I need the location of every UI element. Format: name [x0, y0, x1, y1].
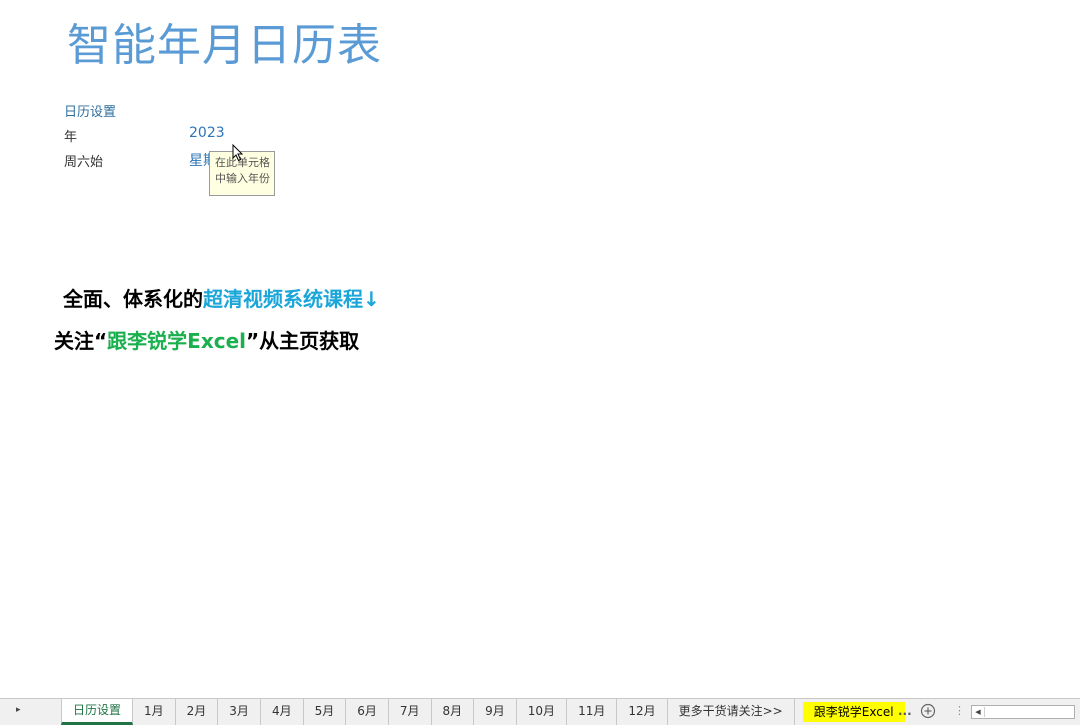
tab-december[interactable]: 12月 — [617, 699, 668, 725]
tab-more-content[interactable]: 更多干货请关注>> — [668, 699, 795, 725]
promo-course-link: 超清视频系统课程↓ — [203, 287, 380, 311]
promo-line-2-suffix: ”从主页获取 — [246, 329, 360, 353]
worksheet-area[interactable]: 智能年月日历表 日历设置 年 2023 周六始 星期 在此单元格 中输入年份 全… — [0, 0, 1080, 698]
tab-channel[interactable]: 跟李锐学Excel — [802, 702, 905, 722]
tab-january[interactable]: 1月 — [133, 699, 176, 725]
horizontal-scrollbar[interactable]: ◀ — [971, 705, 1075, 719]
promo-channel-name: 跟李锐学Excel — [107, 329, 246, 353]
promo-line-2: 关注“跟李锐学Excel”从主页获取 — [54, 325, 359, 354]
year-input-cell[interactable]: 2023 — [189, 125, 225, 141]
promo-line-2-prefix: 关注“ — [54, 329, 108, 353]
mouse-cursor-icon — [232, 144, 244, 162]
tab-september[interactable]: 9月 — [474, 699, 517, 725]
settings-heading: 日历设置 — [64, 105, 117, 120]
scrollbar-thumb[interactable] — [984, 707, 1073, 717]
tab-march[interactable]: 3月 — [218, 699, 261, 725]
tab-november[interactable]: 11月 — [567, 699, 618, 725]
promo-line-1: 全面、体系化的超清视频系统课程↓ — [63, 283, 380, 312]
tab-may[interactable]: 5月 — [304, 699, 347, 725]
tab-august[interactable]: 8月 — [432, 699, 475, 725]
tab-split-handle-icon[interactable]: ⋮ — [954, 704, 965, 717]
promo-line-1-prefix: 全面、体系化的 — [63, 287, 203, 311]
scroll-left-icon[interactable]: ◀ — [973, 707, 983, 717]
tab-october[interactable]: 10月 — [517, 699, 568, 725]
tab-scroll-right-icon[interactable]: ▸ — [16, 705, 21, 715]
year-label: 年 — [64, 130, 78, 145]
tab-july[interactable]: 7月 — [389, 699, 432, 725]
week-start-label: 周六始 — [64, 155, 104, 170]
tab-june[interactable]: 6月 — [346, 699, 389, 725]
add-sheet-icon[interactable] — [920, 703, 936, 719]
tab-april[interactable]: 4月 — [261, 699, 304, 725]
page-title: 智能年月日历表 — [67, 20, 382, 71]
sheet-tab-bar: ▸ 日历设置 1月 2月 3月 4月 5月 6月 7月 8月 9月 10月 11… — [0, 698, 1080, 725]
tab-calendar-settings[interactable]: 日历设置 — [61, 699, 134, 725]
sheet-tabs: 日历设置 1月 2月 3月 4月 5月 6月 7月 8月 9月 10月 11月 … — [61, 699, 913, 725]
tooltip-line-2: 中输入年份 — [215, 172, 270, 185]
tab-february[interactable]: 2月 — [176, 699, 219, 725]
more-tabs-button[interactable]: ... — [898, 704, 912, 718]
